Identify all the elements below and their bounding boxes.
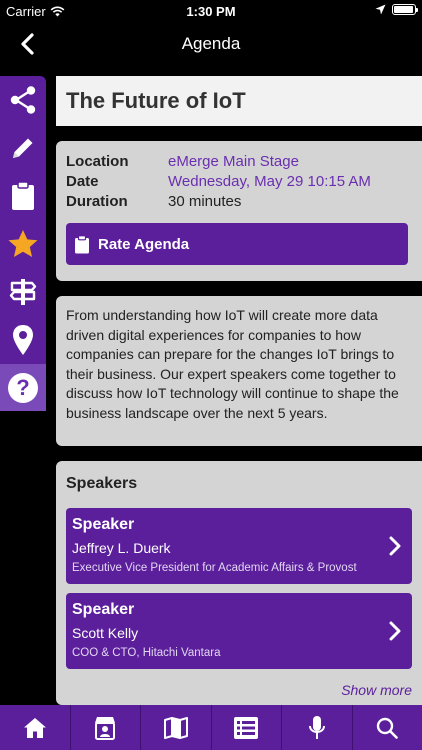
sidebar-item-favorite[interactable] <box>0 220 46 267</box>
speaker-detail: COO & CTO, Hitachi Vantara <box>72 647 221 659</box>
share-icon <box>10 85 36 114</box>
location-arrow-icon <box>375 4 386 15</box>
home-icon <box>23 717 46 738</box>
list-icon <box>234 716 259 739</box>
date-label: Date <box>66 173 99 190</box>
speaker-role: Speaker <box>72 516 135 533</box>
help-glyph: ? <box>16 374 30 400</box>
rate-agenda-button[interactable]: Rate Agenda <box>66 223 408 265</box>
location-value[interactable]: eMerge Main Stage <box>168 153 299 170</box>
help-icon: ? <box>8 372 38 403</box>
speaker-name: Jeffrey L. Duerk <box>72 540 171 556</box>
tab-search[interactable] <box>353 705 422 750</box>
show-more-link[interactable]: Show more <box>341 682 412 698</box>
nav-bar: Agenda <box>0 22 422 66</box>
session-title: The Future of IoT <box>66 88 246 113</box>
speaker-item[interactable]: Speaker Jeffrey L. Duerk Executive Vice … <box>66 508 412 584</box>
session-description: From understanding how IoT will create m… <box>66 307 399 421</box>
battery-fill <box>394 6 413 13</box>
speaker-detail: Executive Vice President for Academic Af… <box>72 562 357 574</box>
clipboard-icon <box>12 180 34 210</box>
microphone-icon <box>308 715 325 739</box>
page-title: Agenda <box>181 34 241 53</box>
speakers-card: Speakers Speaker Jeffrey L. Duerk Execut… <box>56 461 422 705</box>
speaker-item[interactable]: Speaker Scott Kelly COO & CTO, Hitachi V… <box>66 593 412 669</box>
sidebar: ? <box>0 76 46 411</box>
status-time: 1:30 PM <box>186 4 236 19</box>
star-icon <box>8 229 38 257</box>
search-icon <box>377 717 399 739</box>
tab-bar <box>0 705 422 750</box>
duration-value: 30 minutes <box>168 193 242 210</box>
status-right <box>375 4 418 15</box>
tab-badge[interactable] <box>71 705 141 750</box>
tab-home[interactable] <box>0 705 71 750</box>
duration-label: Duration <box>66 193 128 210</box>
sidebar-item-help[interactable]: ? <box>0 364 46 411</box>
session-description-card: From understanding how IoT will create m… <box>56 296 422 446</box>
clipboard-icon <box>75 234 89 253</box>
chevron-right-icon <box>389 536 401 556</box>
map-pin-icon <box>13 324 33 355</box>
sidebar-item-location[interactable] <box>0 316 46 363</box>
chevron-right-icon <box>389 621 401 641</box>
tab-agenda[interactable] <box>212 705 282 750</box>
status-bar: Carrier 1:30 PM <box>0 0 422 22</box>
speaker-role: Speaker <box>72 601 135 618</box>
tab-map[interactable] <box>141 705 212 750</box>
sidebar-item-share[interactable] <box>0 76 46 123</box>
speaker-name: Scott Kelly <box>72 625 139 641</box>
session-title-card: The Future of IoT <box>56 76 422 126</box>
rate-agenda-label: Rate Agenda <box>98 235 190 253</box>
location-label: Location <box>66 153 129 170</box>
badge-icon <box>95 716 116 740</box>
pencil-icon <box>13 138 33 158</box>
battery-icon <box>392 4 418 15</box>
sidebar-item-edit[interactable] <box>0 124 46 171</box>
signpost-icon <box>9 278 37 305</box>
session-info-card: Location eMerge Main Stage Date Wednesda… <box>56 141 422 281</box>
tab-speakers[interactable] <box>282 705 353 750</box>
sidebar-item-notes[interactable] <box>0 172 46 219</box>
speakers-heading: Speakers <box>66 475 138 492</box>
date-value[interactable]: Wednesday, May 29 10:15 AM <box>168 173 371 190</box>
sidebar-item-directions[interactable] <box>0 268 46 315</box>
map-icon <box>163 716 188 739</box>
